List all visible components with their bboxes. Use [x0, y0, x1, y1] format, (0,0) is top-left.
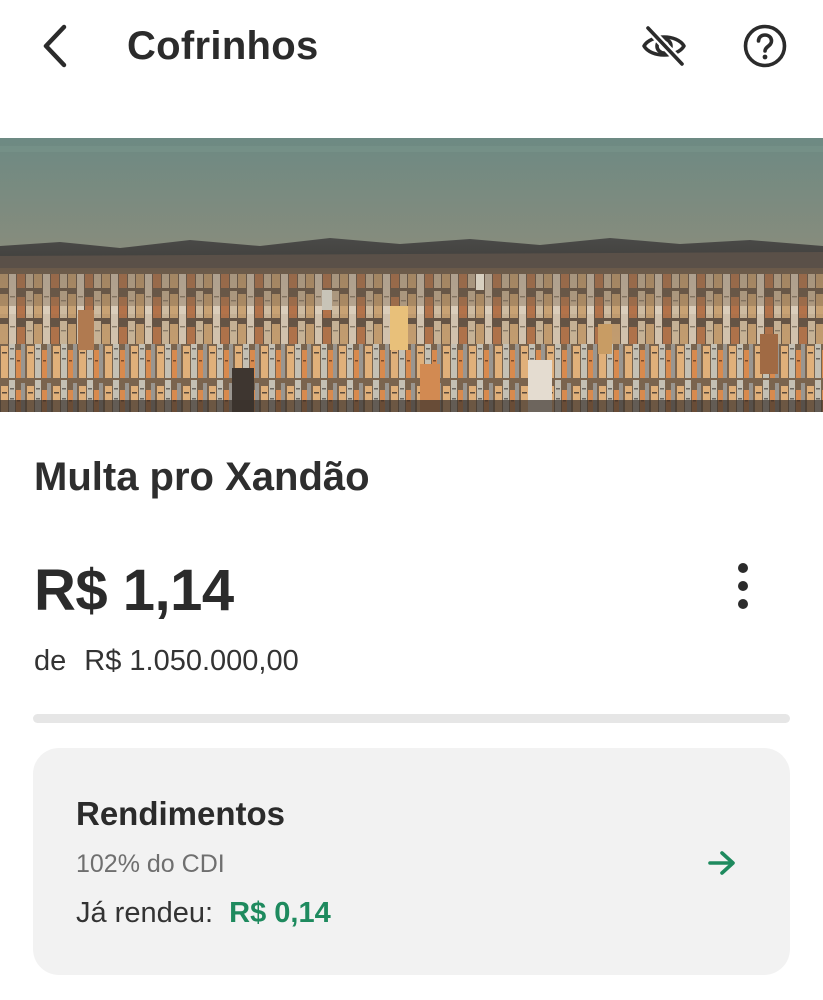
goal-target: de R$ 1.050.000,00 — [34, 642, 299, 680]
earnings-card[interactable]: Rendimentos 102% do CDI Já rendeu: R$ 0,… — [33, 748, 790, 975]
earnings-value: R$ 0,14 — [229, 897, 331, 929]
help-circle-icon — [743, 24, 787, 68]
hide-values-button[interactable] — [637, 20, 691, 72]
earnings-title: Rendimentos — [76, 795, 286, 832]
more-vertical-icon-dot — [738, 599, 748, 609]
page-title: Cofrinhos — [127, 24, 319, 68]
more-vertical-icon — [738, 563, 748, 573]
goal-progress-bar — [33, 714, 790, 723]
goal-cover-image — [0, 138, 823, 412]
goal-target-prefix: de — [34, 645, 67, 677]
goal-balance: R$ 1,14 — [34, 558, 234, 623]
earnings-rate: 102% do CDI — [76, 850, 225, 878]
more-vertical-icon-dot — [738, 581, 748, 591]
more-options-button[interactable] — [722, 556, 764, 616]
arrow-right-icon — [708, 851, 735, 875]
city-skyline-photo — [0, 138, 823, 412]
chevron-left-icon — [43, 24, 67, 68]
earnings-summary: Já rendeu: R$ 0,14 — [76, 894, 331, 932]
goal-target-value: R$ 1.050.000,00 — [84, 645, 299, 677]
earnings-label: Já rendeu: — [76, 897, 214, 929]
earnings-open-button[interactable] — [705, 846, 739, 880]
eye-off-icon — [642, 24, 686, 68]
top-app-bar: Cofrinhos — [0, 0, 823, 95]
back-button[interactable] — [30, 20, 80, 72]
goal-name: Multa pro Xandão — [34, 455, 370, 499]
help-button[interactable] — [738, 20, 792, 72]
